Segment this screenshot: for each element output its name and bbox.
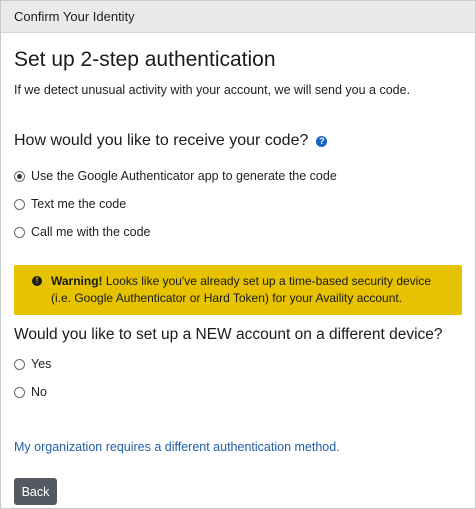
option-authenticator-app-label: Use the Google Authenticator app to gene… xyxy=(31,169,337,183)
dialog-window: Confirm Your Identity Set up 2-step auth… xyxy=(0,0,476,509)
dialog-content: Set up 2-step authentication If we detec… xyxy=(1,47,475,505)
window-title: Confirm Your Identity xyxy=(14,9,135,24)
delivery-options: Use the Google Authenticator app to gene… xyxy=(14,168,462,240)
radio-no[interactable] xyxy=(14,386,25,398)
option-yes-label: Yes xyxy=(31,357,52,371)
alt-method-link[interactable]: My organization requires a different aut… xyxy=(14,440,340,454)
option-call-code-label: Call me with the code xyxy=(31,225,151,239)
page-subtitle: If we detect unusual activity with your … xyxy=(14,83,411,97)
back-button[interactable]: Back xyxy=(14,478,57,505)
option-call-code[interactable]: Call me with the code xyxy=(14,224,462,240)
option-text-code[interactable]: Text me the code xyxy=(14,196,462,212)
title-bar: Confirm Your Identity xyxy=(1,1,475,33)
option-no[interactable]: No xyxy=(14,384,462,400)
radio-authenticator-app[interactable] xyxy=(14,170,25,182)
page-title: Set up 2-step authentication xyxy=(14,48,276,71)
warning-message: Looks like you've already set up a time-… xyxy=(51,274,432,305)
warning-strong: Warning! xyxy=(51,274,103,288)
exclamation-circle-icon: ! xyxy=(32,276,42,286)
delivery-question: How would you like to receive your code?… xyxy=(14,131,462,151)
radio-call-code[interactable] xyxy=(14,226,25,238)
option-yes[interactable]: Yes xyxy=(14,356,462,372)
new-device-options: Yes No xyxy=(14,356,462,400)
option-no-label: No xyxy=(31,385,47,399)
radio-yes[interactable] xyxy=(14,358,25,370)
new-device-question: Would you like to set up a NEW account o… xyxy=(14,326,443,343)
radio-text-code[interactable] xyxy=(14,198,25,210)
delivery-question-text: How would you like to receive your code? xyxy=(14,132,309,149)
warning-banner: ! Warning! Looks like you've already set… xyxy=(14,265,462,315)
question-circle-icon[interactable]: ? xyxy=(316,135,328,147)
option-text-code-label: Text me the code xyxy=(31,197,127,211)
warning-text: Warning! Looks like you've already set u… xyxy=(51,273,452,307)
option-authenticator-app[interactable]: Use the Google Authenticator app to gene… xyxy=(14,168,462,184)
